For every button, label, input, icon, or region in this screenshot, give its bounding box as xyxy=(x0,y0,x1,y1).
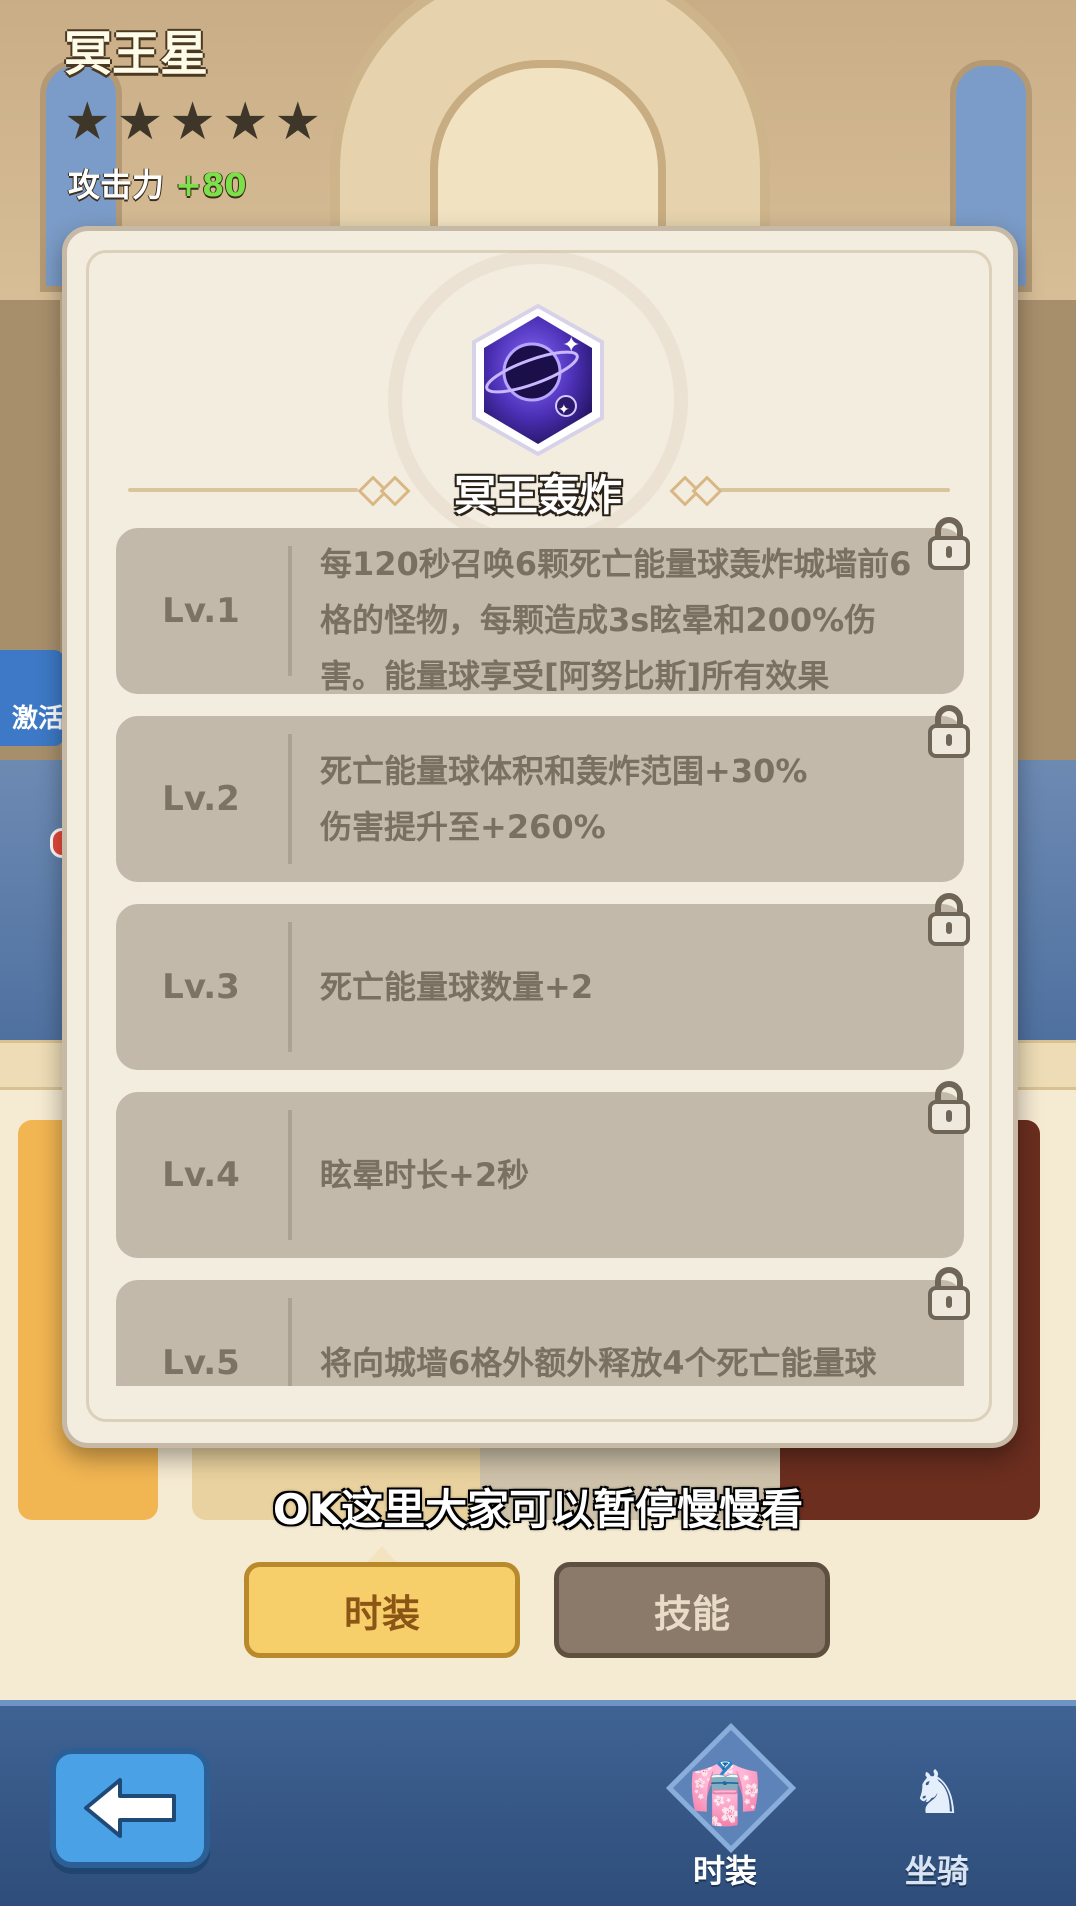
mount-icon: ♞ xyxy=(910,1758,964,1828)
lock-icon xyxy=(928,1267,970,1320)
dark-planet-icon: ✦ ✦ xyxy=(472,303,604,457)
star-icon: ★ xyxy=(221,92,269,152)
arrow-left-icon xyxy=(84,1778,176,1838)
row-separator xyxy=(288,546,292,676)
back-button[interactable] xyxy=(50,1748,210,1868)
level-description: 死亡能量球体积和轰炸范围+30% 伤害提升至+260% xyxy=(320,752,808,846)
star-icon: ★ xyxy=(64,92,111,152)
nav-mount-label: 坐骑 xyxy=(904,1852,969,1890)
attack-label: 攻击力 xyxy=(68,166,165,204)
star-icon: ★ xyxy=(116,92,164,152)
nav-mount[interactable]: ♞ 坐骑 xyxy=(862,1738,1012,1898)
level-description: 每120秒召唤6颗死亡能量球轰炸城墙前6格的怪物，每颗造成3s眩晕和200%伤害… xyxy=(320,545,912,695)
hero-star-rating: ★ ★ ★ ★ ★ xyxy=(64,96,321,148)
attack-stat: 攻击力 +80 xyxy=(68,160,247,206)
row-separator xyxy=(288,734,292,864)
level-description: 眩晕时长+2秒 xyxy=(320,1156,530,1194)
star-icon: ★ xyxy=(274,92,322,152)
tab-skill[interactable]: 技能 xyxy=(554,1562,830,1658)
level-label: Lv.4 xyxy=(162,1155,240,1195)
level-description: 死亡能量球数量+2 xyxy=(320,968,594,1006)
lock-icon xyxy=(928,517,970,570)
level-description: 将向城墙6格外额外释放4个死亡能量球 xyxy=(320,1344,877,1382)
skill-level-row: Lv.4 眩晕时长+2秒 xyxy=(116,1092,964,1258)
skill-level-row: Lv.1 每120秒召唤6颗死亡能量球轰炸城墙前6格的怪物，每颗造成3s眩晕和2… xyxy=(116,528,964,695)
skill-level-row: Lv.5 将向城墙6格外额外释放4个死亡能量球 xyxy=(116,1280,964,1386)
row-separator xyxy=(288,1298,292,1386)
skill-level-row: Lv.2 死亡能量球体积和轰炸范围+30% 伤害提升至+260% xyxy=(116,716,964,882)
level-label: Lv.1 xyxy=(162,591,240,631)
level-label: Lv.3 xyxy=(162,967,240,1007)
svg-text:✦: ✦ xyxy=(562,333,580,358)
row-separator xyxy=(288,922,292,1052)
lock-icon xyxy=(928,705,970,758)
skill-level-row: Lv.3 死亡能量球数量+2 xyxy=(116,904,964,1070)
level-label: Lv.5 xyxy=(162,1343,240,1383)
costume-icon: 👘 xyxy=(687,1759,763,1829)
row-separator xyxy=(288,1110,292,1240)
skill-title: 冥王轰炸 xyxy=(453,471,622,520)
svg-text:✦: ✦ xyxy=(558,402,570,418)
video-subtitle: OK这里大家可以暂停慢慢看 xyxy=(272,1485,804,1534)
lock-icon xyxy=(928,1081,970,1134)
tab-costume[interactable]: 时装 xyxy=(244,1562,520,1658)
hero-name: 冥王星 xyxy=(64,26,209,82)
activate-label: 激活 xyxy=(12,704,65,734)
nav-costume-label: 时装 xyxy=(692,1852,757,1890)
skill-level-list[interactable]: Lv.1 每120秒召唤6颗死亡能量球轰炸城墙前6格的怪物，每颗造成3s眩晕和2… xyxy=(112,528,964,1386)
level-label: Lv.2 xyxy=(162,779,240,819)
star-icon: ★ xyxy=(169,92,216,152)
activate-side-tab[interactable]: 激活 xyxy=(0,650,64,746)
nav-costume[interactable]: 👘 时装 xyxy=(650,1722,800,1898)
lock-icon xyxy=(928,893,970,946)
attack-bonus: +80 xyxy=(175,166,247,204)
